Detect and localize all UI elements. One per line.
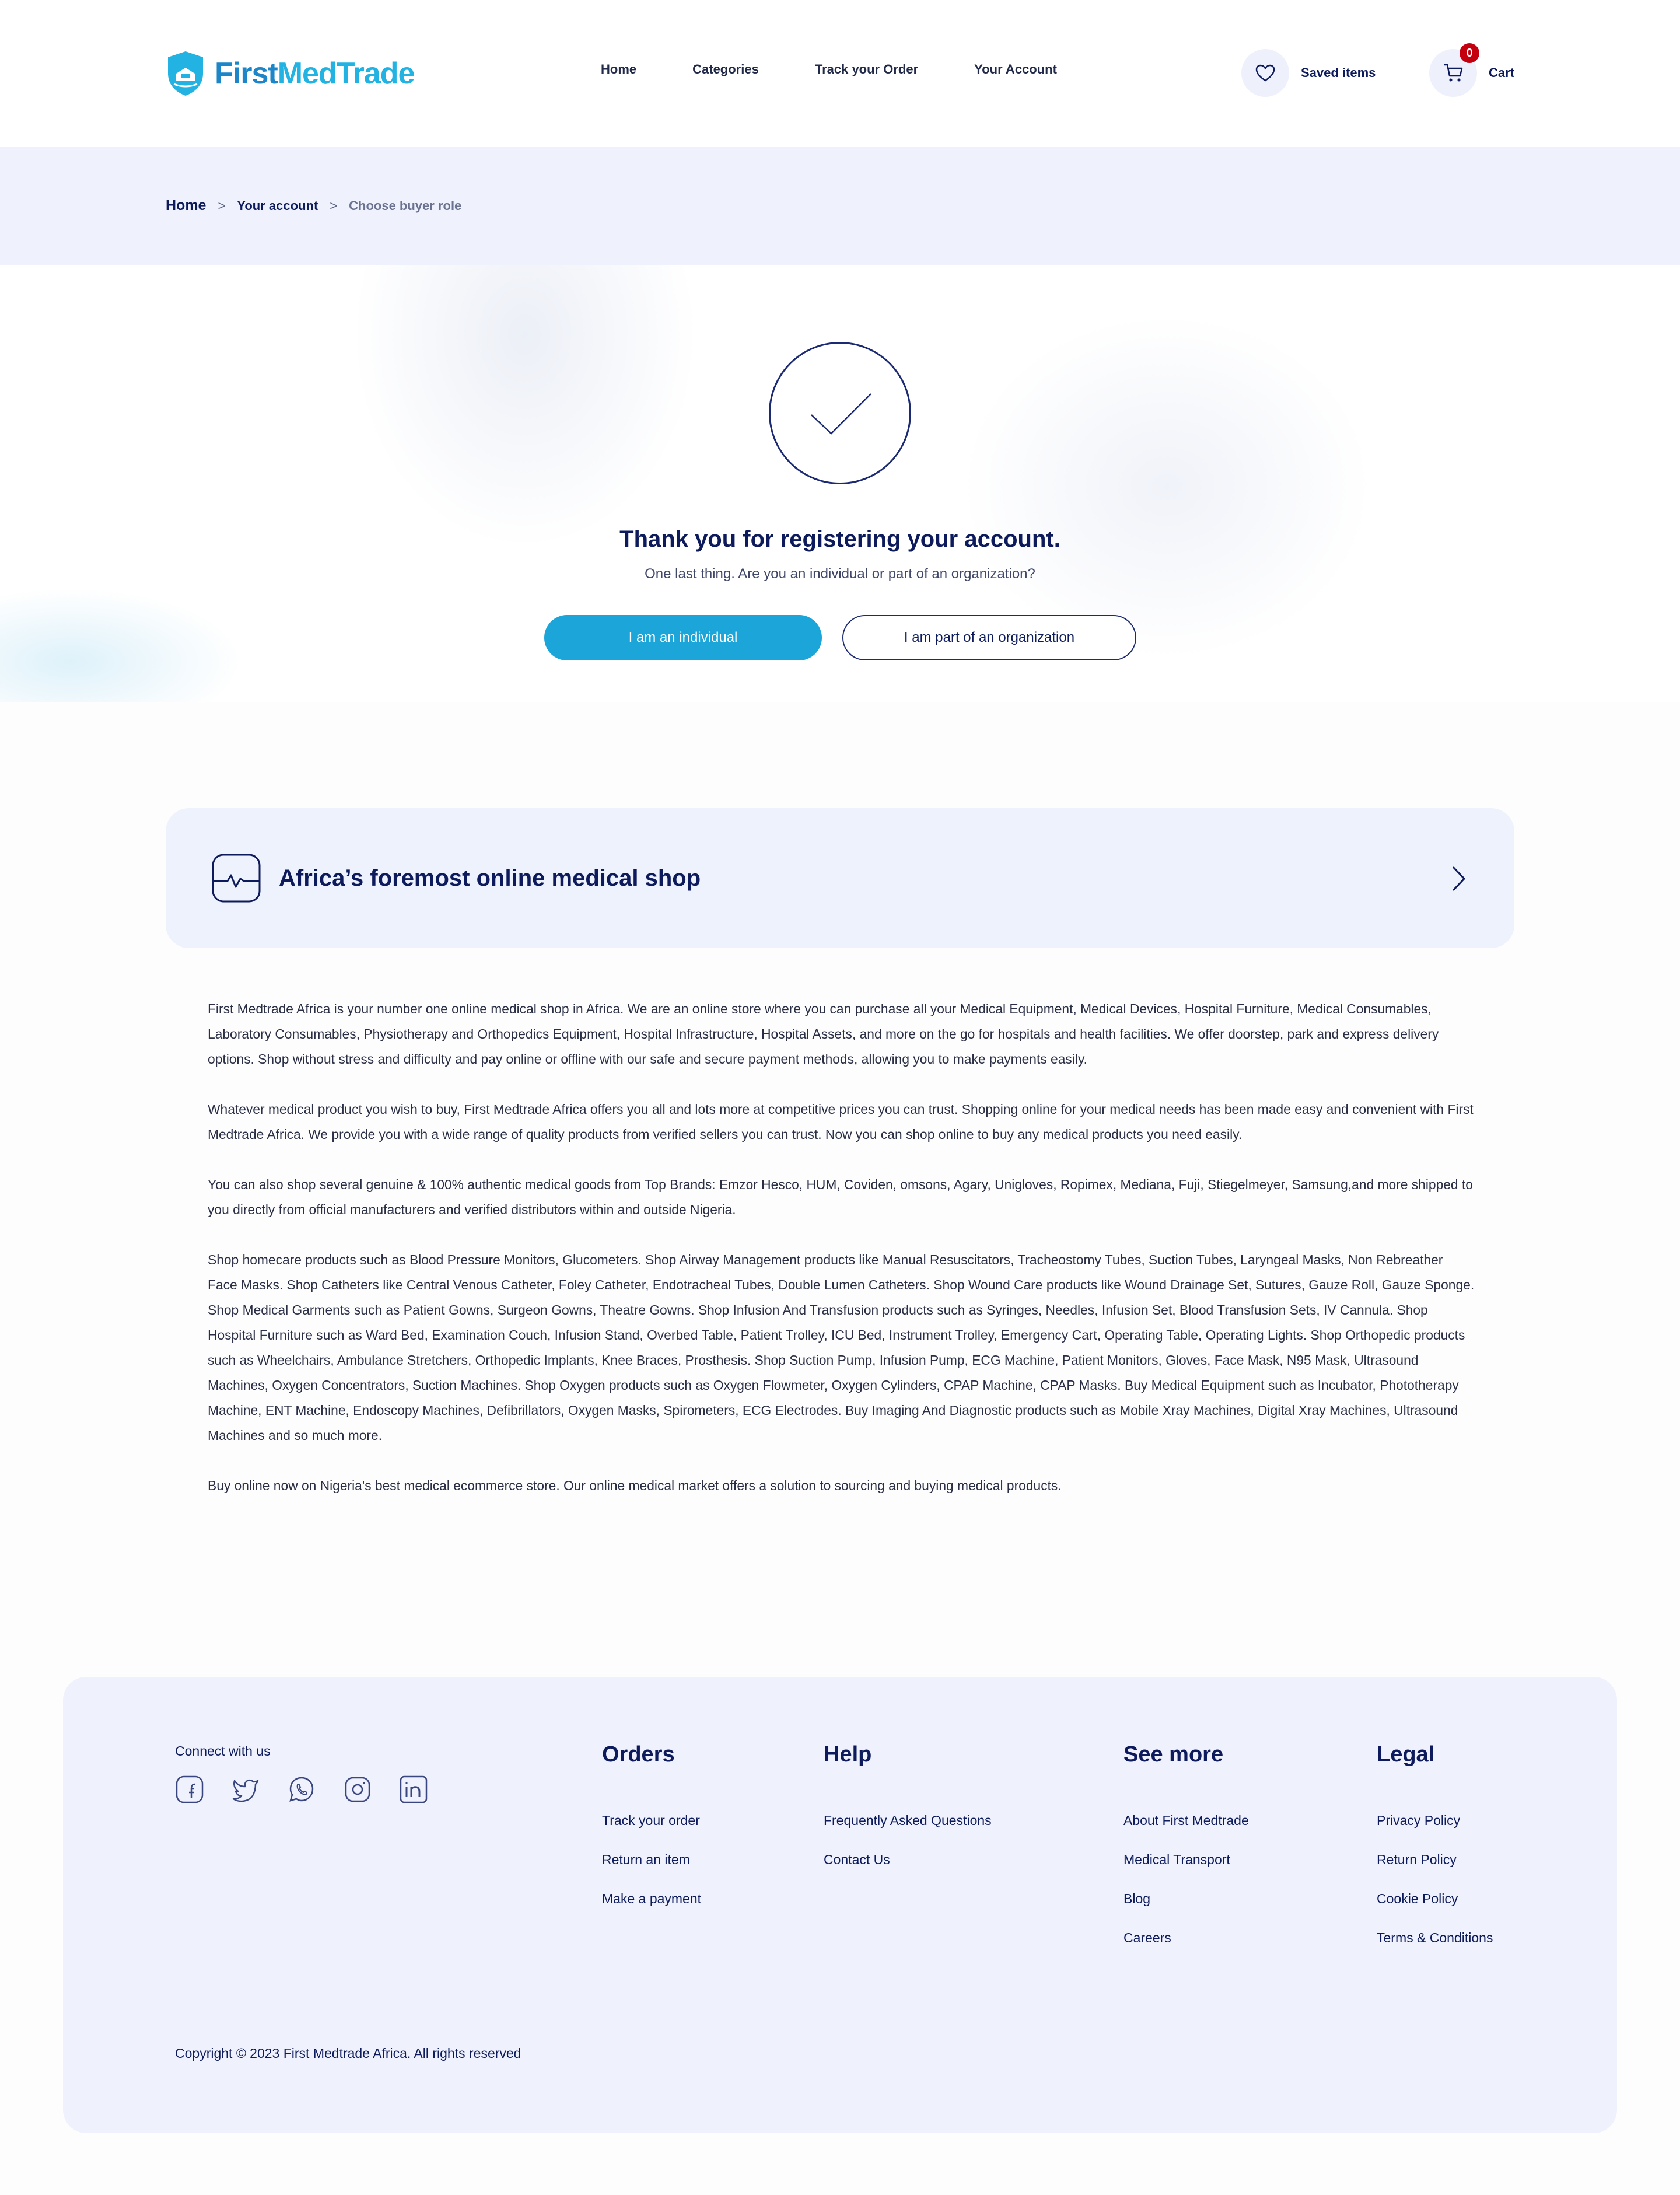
- breadcrumb: Home > Your account > Choose buyer role: [166, 197, 461, 214]
- cart-count-badge: 0: [1460, 43, 1479, 63]
- cart-icon: [1444, 64, 1463, 82]
- cart-button[interactable]: 0 Cart: [1429, 43, 1515, 97]
- main-nav: Home Categories Track your Order Your Ac…: [601, 62, 1113, 77]
- brand-name: FirstMedTrade: [215, 56, 415, 91]
- cart-icon-wrap: 0: [1429, 43, 1479, 97]
- success-title: Thank you for registering your account.: [620, 526, 1060, 552]
- registration-success-section: Thank you for registering your account. …: [0, 265, 1680, 702]
- footer-heading: Legal: [1377, 1742, 1435, 1767]
- breadcrumb-current: Choose buyer role: [349, 198, 462, 213]
- footer-link[interactable]: Terms & Conditions: [1377, 1930, 1493, 1969]
- breadcrumb-band: Home > Your account > Choose buyer role: [0, 147, 1680, 265]
- footer-heading: Help: [824, 1742, 872, 1767]
- success-check-icon: [769, 342, 911, 484]
- nav-track-order[interactable]: Track your Order: [815, 62, 918, 77]
- site-header: FirstMedTrade Home Categories Track your…: [0, 0, 1680, 147]
- footer-heading: See more: [1124, 1742, 1224, 1767]
- breadcrumb-separator: >: [218, 198, 226, 213]
- footer-col-see-more: See more About First Medtrade Medical Tr…: [1124, 1742, 1249, 1969]
- breadcrumb-separator: >: [330, 198, 338, 213]
- site-footer: Connect with us Orders Track your order …: [63, 1677, 1617, 2133]
- breadcrumb-home[interactable]: Home: [166, 197, 206, 214]
- linkedin-icon[interactable]: [399, 1775, 428, 1804]
- breadcrumb-account[interactable]: Your account: [237, 198, 318, 214]
- brand-name-medtrade: MedTrade: [277, 57, 415, 90]
- footer-link[interactable]: Return Policy: [1377, 1852, 1493, 1891]
- connect-label: Connect with us: [175, 1743, 271, 1759]
- facebook-icon[interactable]: [175, 1775, 204, 1804]
- saved-items-icon-wrap: [1241, 49, 1289, 97]
- footer-col-orders: Orders Track your order Return an item M…: [602, 1742, 701, 1930]
- nav-your-account[interactable]: Your Account: [974, 62, 1057, 77]
- about-paragraph: Buy online now on Nigeria's best medical…: [208, 1478, 1062, 1493]
- cart-label: Cart: [1489, 65, 1515, 80]
- footer-link[interactable]: About First Medtrade: [1124, 1813, 1249, 1852]
- copyright-text: Copyright © 2023 First Medtrade Africa. …: [175, 2046, 522, 2061]
- footer-heading: Orders: [602, 1742, 675, 1767]
- nav-home[interactable]: Home: [601, 62, 636, 77]
- footer-link[interactable]: Blog: [1124, 1891, 1249, 1930]
- about-accordion[interactable]: Africa’s foremost online medical shop: [166, 808, 1514, 948]
- heartbeat-monitor-icon: [212, 854, 261, 903]
- about-paragraph: First Medtrade Africa is your number one…: [208, 1001, 1439, 1067]
- saved-items-button[interactable]: Saved items: [1241, 49, 1376, 97]
- footer-link[interactable]: Frequently Asked Questions: [824, 1813, 992, 1852]
- about-paragraph: Shop homecare products such as Blood Pre…: [208, 1252, 1475, 1443]
- instagram-icon[interactable]: [343, 1775, 372, 1804]
- individual-button[interactable]: I am an individual: [544, 615, 822, 660]
- footer-link[interactable]: Make a payment: [602, 1891, 701, 1930]
- about-paragraph: Whatever medical product you wish to buy…: [208, 1102, 1474, 1142]
- twitter-icon[interactable]: [231, 1775, 260, 1804]
- brand-logo[interactable]: FirstMedTrade: [166, 50, 415, 97]
- footer-link[interactable]: Cookie Policy: [1377, 1891, 1493, 1930]
- footer-col-help: Help Frequently Asked Questions Contact …: [824, 1742, 992, 1891]
- social-links: [175, 1775, 455, 1804]
- brand-name-first: First: [215, 57, 278, 90]
- organization-button[interactable]: I am part of an organization: [842, 615, 1136, 660]
- footer-link[interactable]: Return an item: [602, 1852, 701, 1891]
- about-title: Africa’s foremost online medical shop: [279, 865, 701, 891]
- heart-icon: [1255, 64, 1275, 82]
- footer-link[interactable]: Careers: [1124, 1930, 1249, 1969]
- footer-link[interactable]: Privacy Policy: [1377, 1813, 1493, 1852]
- footer-link[interactable]: Medical Transport: [1124, 1852, 1249, 1891]
- shield-logo-icon: [168, 51, 203, 96]
- about-paragraph: You can also shop several genuine & 100%…: [208, 1177, 1473, 1217]
- saved-items-label: Saved items: [1301, 65, 1376, 80]
- nav-categories[interactable]: Categories: [692, 62, 759, 77]
- whatsapp-icon[interactable]: [287, 1775, 316, 1804]
- about-body: First Medtrade Africa is your number one…: [208, 997, 1475, 1523]
- footer-col-legal: Legal Privacy Policy Return Policy Cooki…: [1377, 1742, 1493, 1969]
- chevron-right-icon[interactable]: [1450, 864, 1468, 893]
- success-subtitle: One last thing. Are you an individual or…: [645, 566, 1035, 582]
- footer-link[interactable]: Contact Us: [824, 1852, 992, 1891]
- footer-link[interactable]: Track your order: [602, 1813, 701, 1852]
